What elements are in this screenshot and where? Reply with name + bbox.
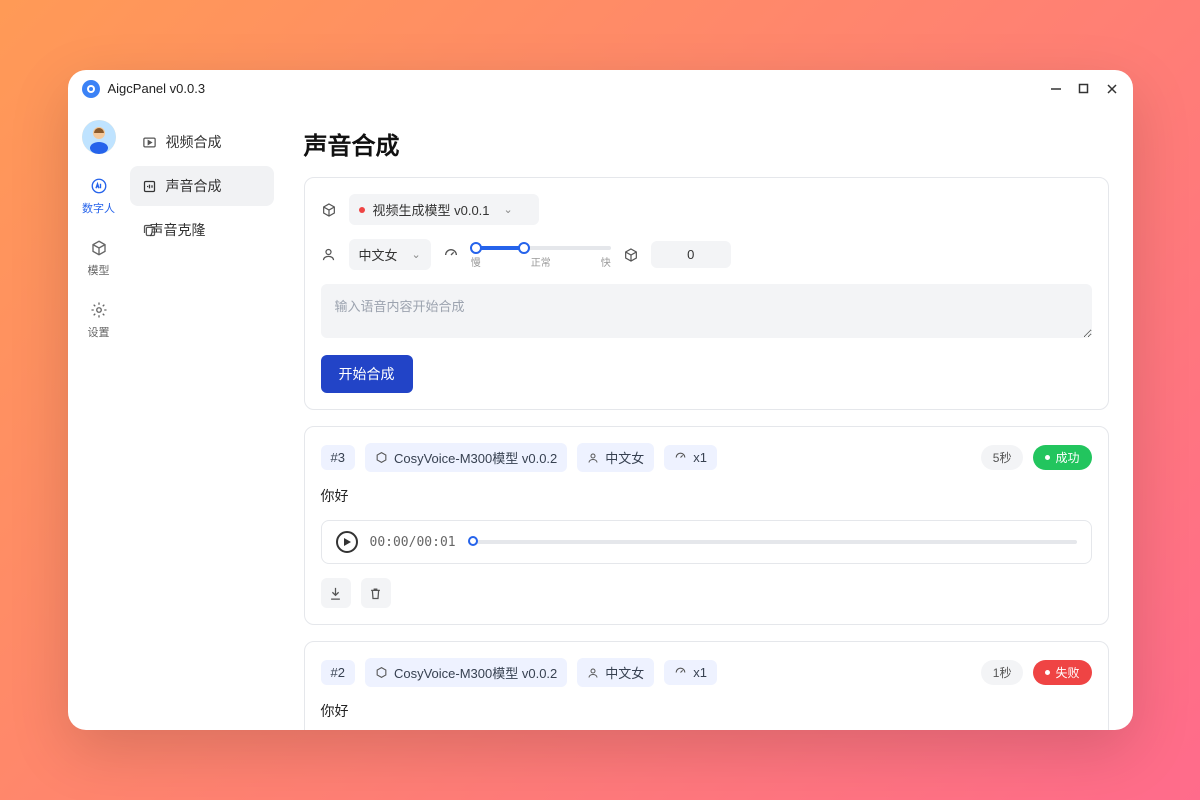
rail-label: 数字人	[82, 200, 115, 216]
rail-label: 模型	[88, 262, 110, 278]
gear-icon	[89, 300, 109, 320]
scroll-area[interactable]: 视频生成模型 v0.0.1 ⌄ 中文女 ⌄	[304, 177, 1115, 730]
cube-icon	[375, 666, 388, 679]
status-dot-icon	[359, 207, 365, 213]
task-card: #2 CosyVoice-M300模型 v0.0.2 中文女 x1	[304, 641, 1109, 730]
sidebar-label: 声音克隆	[150, 220, 206, 240]
titlebar: AigcPanel v0.0.3	[68, 70, 1133, 108]
rail-label: 设置	[88, 324, 110, 340]
close-button[interactable]	[1105, 82, 1119, 96]
rail-item-model[interactable]: 模型	[88, 238, 110, 278]
avatar[interactable]	[82, 120, 116, 154]
task-voice-chip: 中文女	[577, 443, 654, 472]
sidebar-label: 声音合成	[166, 176, 222, 196]
maximize-button[interactable]	[1077, 82, 1091, 96]
task-id-chip: #3	[321, 445, 355, 470]
sidebar: 视频合成 声音合成 声音克隆	[130, 108, 280, 730]
content-textarea[interactable]	[321, 284, 1092, 338]
voice-select[interactable]: 中文女 ⌄	[349, 239, 431, 270]
speed-slow-label: 慢	[471, 254, 481, 269]
sidebar-item-voice-clone[interactable]: 声音克隆	[130, 210, 274, 250]
voice-icon	[142, 178, 158, 194]
task-text: 你好	[321, 701, 1092, 721]
cube-icon	[623, 247, 639, 263]
task-status-badge: 成功	[1033, 445, 1091, 470]
video-icon	[142, 134, 158, 150]
play-button[interactable]	[336, 531, 358, 553]
download-button[interactable]	[321, 578, 351, 608]
status-dot-icon	[1045, 670, 1050, 675]
minimize-button[interactable]	[1049, 82, 1063, 96]
cube-icon	[375, 451, 388, 464]
speed-icon	[674, 451, 687, 464]
model-label: 视频生成模型 v0.0.1	[373, 200, 490, 219]
app-logo-icon	[82, 80, 100, 98]
start-synthesis-button[interactable]: 开始合成	[321, 355, 413, 393]
app-window: AigcPanel v0.0.3 数字人 模型 设置	[68, 70, 1133, 730]
task-status-badge: 失败	[1033, 660, 1091, 685]
sidebar-item-video-synthesis[interactable]: 视频合成	[130, 122, 274, 162]
person-icon	[587, 667, 599, 679]
model-select[interactable]: 视频生成模型 v0.0.1 ⌄	[349, 194, 539, 225]
timecode: 00:00/00:01	[370, 535, 456, 550]
speed-normal-label: 正常	[531, 254, 551, 269]
app-title: AigcPanel v0.0.3	[108, 81, 1041, 96]
task-card: #3 CosyVoice-M300模型 v0.0.2 中文女 x1	[304, 426, 1109, 625]
status-dot-icon	[1045, 455, 1050, 460]
cube-icon	[89, 238, 109, 258]
task-model-chip: CosyVoice-M300模型 v0.0.2	[365, 658, 567, 687]
person-icon	[321, 247, 337, 263]
icon-rail: 数字人 模型 设置	[68, 108, 130, 730]
chevron-down-icon: ⌄	[412, 248, 421, 261]
task-text: 你好	[321, 486, 1092, 506]
main: 声音合成 视频生成模型 v0.0.1 ⌄ 中文女	[280, 108, 1133, 730]
speed-icon	[443, 247, 459, 263]
task-speed-chip: x1	[664, 660, 717, 685]
speed-fast-label: 快	[601, 254, 611, 269]
synthesis-form: 视频生成模型 v0.0.1 ⌄ 中文女 ⌄	[304, 177, 1109, 410]
task-speed-chip: x1	[664, 445, 717, 470]
task-id-chip: #2	[321, 660, 355, 685]
seed-input[interactable]: 0	[651, 241, 731, 268]
voice-label: 中文女	[359, 245, 398, 264]
body: 数字人 模型 设置 视频合成 声音合成 声音克隆	[68, 108, 1133, 730]
ai-icon	[89, 176, 109, 196]
task-voice-chip: 中文女	[577, 658, 654, 687]
delete-button[interactable]	[361, 578, 391, 608]
window-controls	[1049, 82, 1119, 96]
task-model-chip: CosyVoice-M300模型 v0.0.2	[365, 443, 567, 472]
cube-icon	[321, 202, 337, 218]
speed-slider[interactable]: 慢 正常 快	[471, 240, 611, 269]
chevron-down-icon: ⌄	[504, 203, 513, 216]
task-duration: 5秒	[981, 445, 1024, 470]
sidebar-label: 视频合成	[166, 132, 222, 152]
task-duration: 1秒	[981, 660, 1024, 685]
rail-item-digital-human[interactable]: 数字人	[82, 176, 115, 216]
audio-player: 00:00/00:01	[321, 520, 1092, 564]
page-title: 声音合成	[304, 126, 1115, 161]
sidebar-item-voice-synthesis[interactable]: 声音合成	[130, 166, 274, 206]
rail-item-settings[interactable]: 设置	[88, 300, 110, 340]
speed-icon	[674, 666, 687, 679]
progress-bar[interactable]	[468, 540, 1077, 544]
person-icon	[587, 452, 599, 464]
